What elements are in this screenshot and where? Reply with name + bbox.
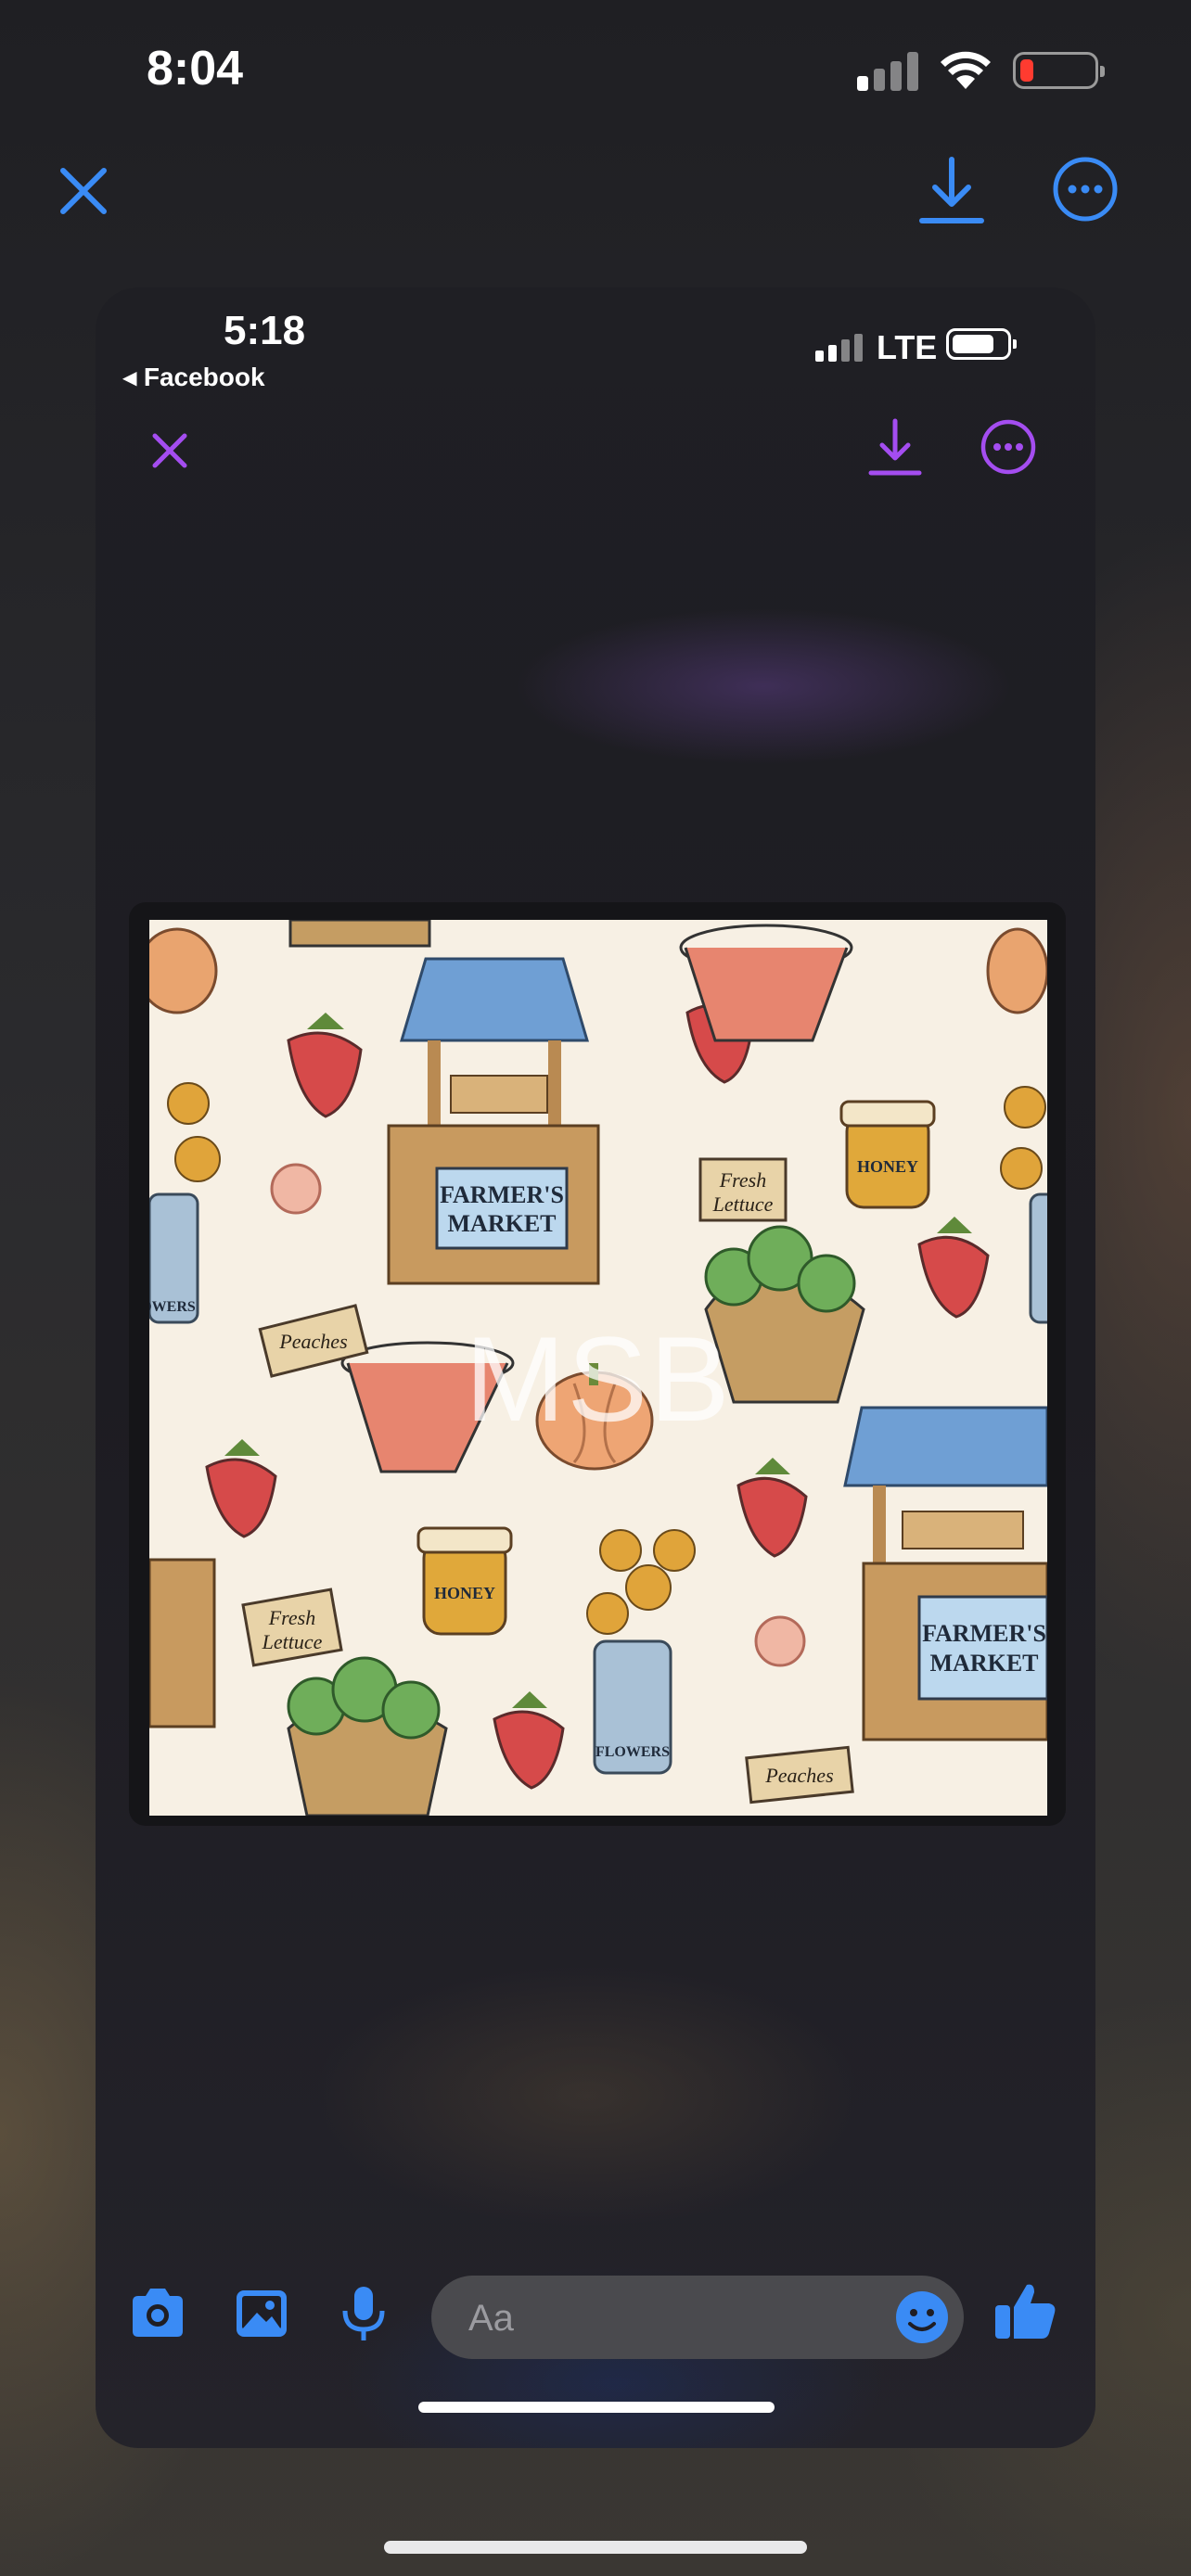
- photo-icon: [237, 2290, 287, 2337]
- market-stand-illustration: [843, 1406, 1047, 1741]
- status-time: 8:04: [147, 42, 244, 96]
- back-to-facebook-link: ◂ Facebook: [123, 363, 265, 391]
- inner-home-indicator: [418, 2402, 775, 2413]
- watermark: MSB: [465, 1311, 732, 1447]
- inner-network-label: LTE: [877, 328, 938, 366]
- lettuce-sign-line2: Lettuce: [712, 1192, 774, 1216]
- inner-download-icon: [868, 418, 922, 476]
- inner-status-time: 5:18: [224, 308, 306, 353]
- market-sign-line1: FARMER'S: [922, 1620, 1046, 1647]
- inner-signal-icon: [815, 334, 864, 362]
- honey-label: HONEY: [434, 1584, 495, 1602]
- close-icon[interactable]: [48, 156, 119, 226]
- home-indicator[interactable]: [384, 2541, 807, 2554]
- message-input-placeholder: Aa: [468, 2298, 514, 2339]
- cellular-signal-icon: [857, 52, 918, 91]
- microphone-icon: [342, 2287, 385, 2340]
- camera-icon: [133, 2289, 183, 2337]
- lettuce-sign-line1: Fresh: [719, 1168, 767, 1192]
- market-stand-illustration: [149, 1558, 216, 1728]
- thumbs-up-icon: [995, 2284, 1056, 2339]
- message-input: Aa: [431, 2276, 964, 2359]
- inner-more-icon: [980, 419, 1036, 475]
- market-sign-line2: MARKET: [930, 1650, 1039, 1677]
- battery-icon: [1013, 52, 1105, 89]
- message-composer: Aa: [96, 2263, 1095, 2365]
- lettuce-sign-line2: Lettuce: [262, 1630, 323, 1653]
- inner-battery-icon: [946, 328, 1017, 360]
- farmers-market-pattern-image: FARMER'S MARKET FARMER'S MARKET HONEY HO…: [149, 920, 1047, 1816]
- peaches-sign: Peaches: [764, 1764, 833, 1787]
- status-bar: 8:04: [0, 0, 1191, 139]
- market-sign-line2: MARKET: [448, 1210, 557, 1237]
- lettuce-sign-line1: Fresh: [268, 1606, 316, 1629]
- shared-screenshot: 5:18 ◂ Facebook LTE FARMER'S MARKET FARM…: [96, 287, 1095, 2448]
- flowers-label: FLOWERS: [596, 1744, 670, 1760]
- market-sign-line1: FARMER'S: [440, 1181, 564, 1208]
- emoji-icon: [896, 2291, 948, 2343]
- more-icon[interactable]: [1050, 154, 1121, 224]
- wifi-icon: [941, 51, 991, 89]
- download-icon[interactable]: [916, 154, 987, 228]
- inner-close-icon: [152, 433, 187, 468]
- honey-label: HONEY: [857, 1157, 918, 1176]
